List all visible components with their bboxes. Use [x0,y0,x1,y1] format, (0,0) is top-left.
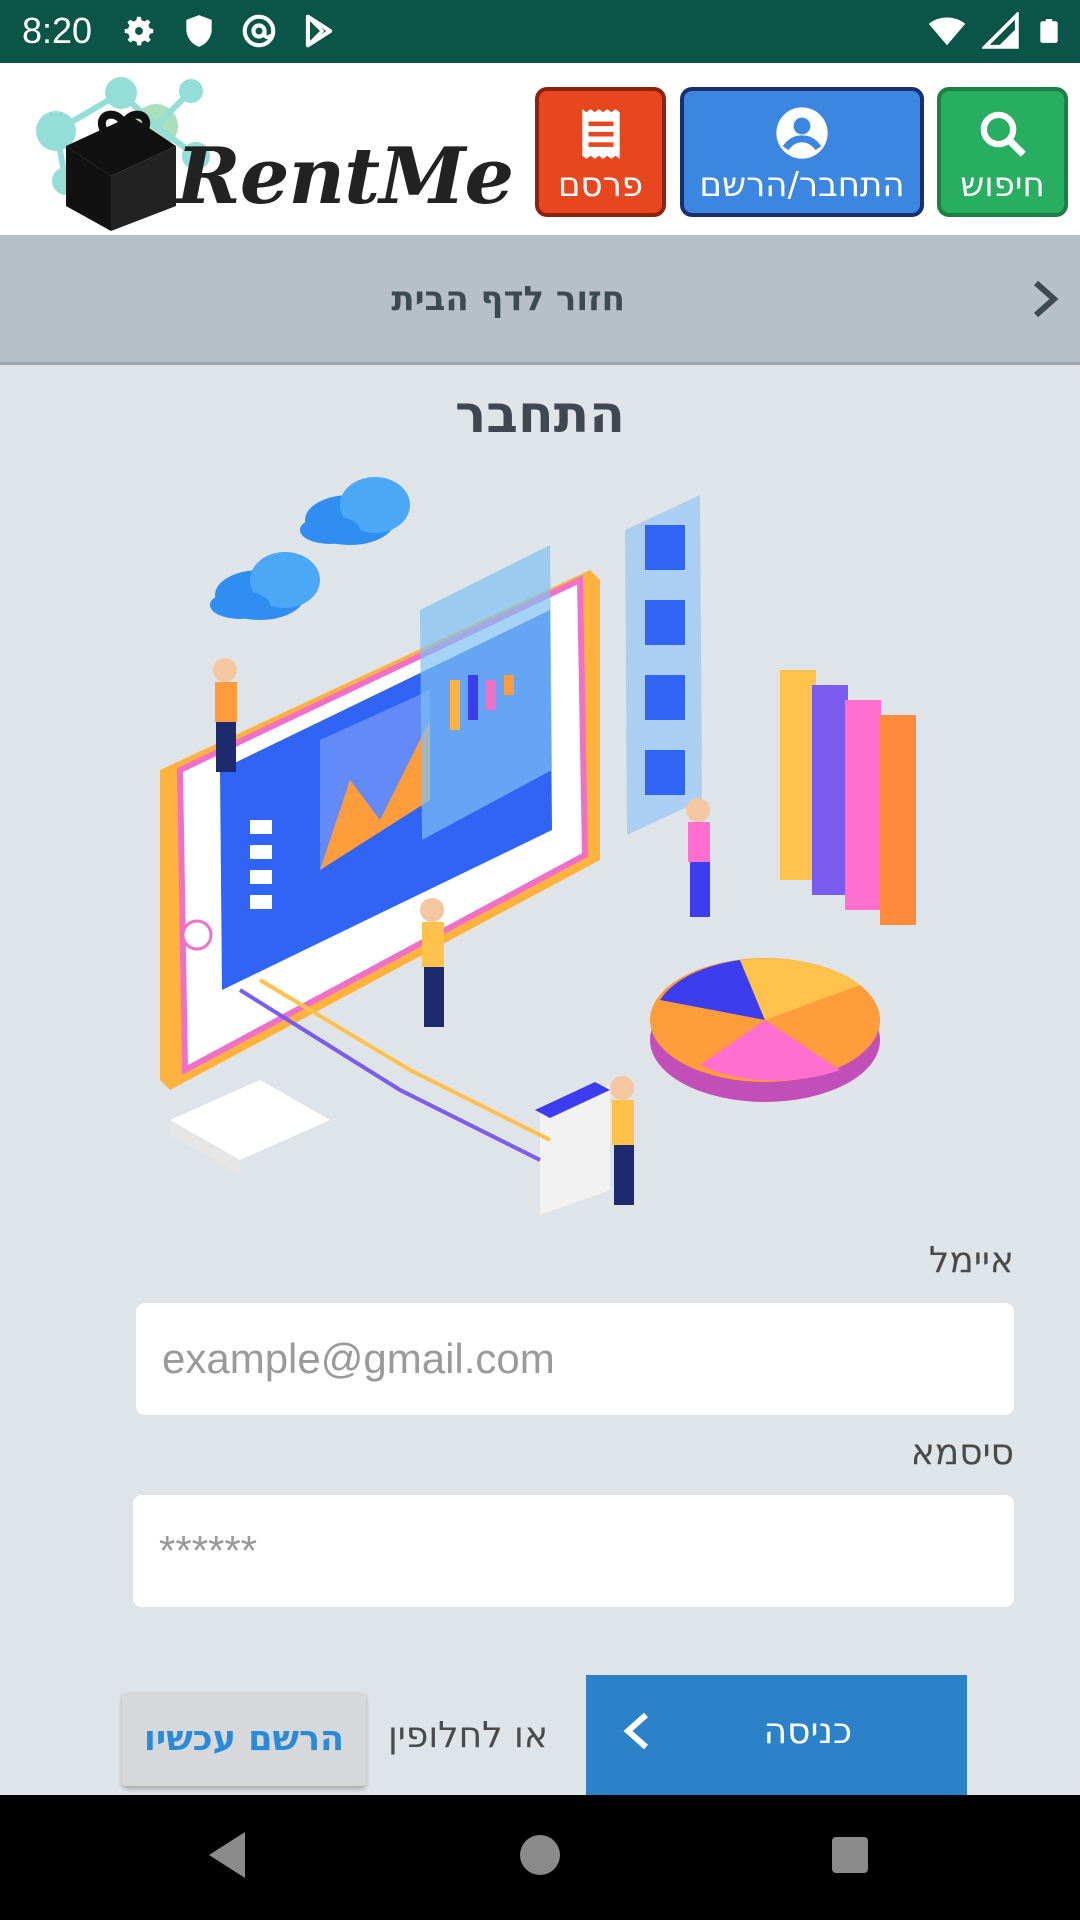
back-to-home-label: חזור לדף הבית [391,279,625,319]
search-button[interactable]: חיפוש [937,87,1068,217]
at-sign-icon [242,14,276,48]
home-icon[interactable] [518,1830,562,1880]
publish-button[interactable]: פרסם [535,87,666,217]
rentme-logo[interactable]: RentMe [26,71,514,231]
play-store-icon [305,14,333,48]
account-circle-icon [776,107,828,159]
cloud-icon [210,552,320,620]
email-field-container [135,1302,1015,1416]
login-register-label: התחבר/הרשם [699,165,905,205]
search-icon [980,111,1026,157]
enter-button-label: כניסה [763,1711,852,1752]
recents-icon[interactable] [828,1830,872,1880]
logo-text: RentMe [176,131,514,222]
page-title: התחבר [455,385,625,445]
chevron-right-icon [1034,280,1059,318]
register-now-button[interactable]: הרשם עכשיו [122,1692,366,1786]
publish-label: פרסם [557,165,644,205]
shield-icon [186,15,212,47]
email-label: איימל [928,1240,1014,1281]
status-time: 8:20 [22,10,93,51]
status-bar: 8:20 [0,0,1080,63]
register-now-label: הרשם עכשיו [143,1719,345,1759]
chevron-left-icon [623,1712,648,1750]
status-icons-right [928,12,1062,50]
battery-icon [1040,19,1058,43]
enter-button[interactable]: כניסה [586,1675,967,1795]
search-label: חיפוש [960,165,1045,205]
email-input[interactable] [136,1303,1014,1415]
or-text: או לחלופין [388,1715,548,1756]
wifi-icon [928,17,966,46]
login-register-button[interactable]: התחבר/הרשם [680,87,924,217]
back-icon[interactable] [205,1830,249,1880]
gear-icon [124,16,154,46]
password-field-container [132,1494,1015,1608]
status-icons-left [120,12,338,50]
system-nav-bar [0,1795,1080,1920]
receipt-icon [581,109,620,159]
back-to-home-bar[interactable]: חזור לדף הבית [0,235,1080,365]
dashboard-illustration [160,477,916,1215]
password-input[interactable] [133,1495,1014,1607]
signal-icon [982,12,1019,49]
password-label: סיסמא [910,1432,1014,1473]
cloud-icon [300,477,410,545]
app-header: RentMe פרסם התחבר/הרשם חיפוש [0,63,1080,235]
